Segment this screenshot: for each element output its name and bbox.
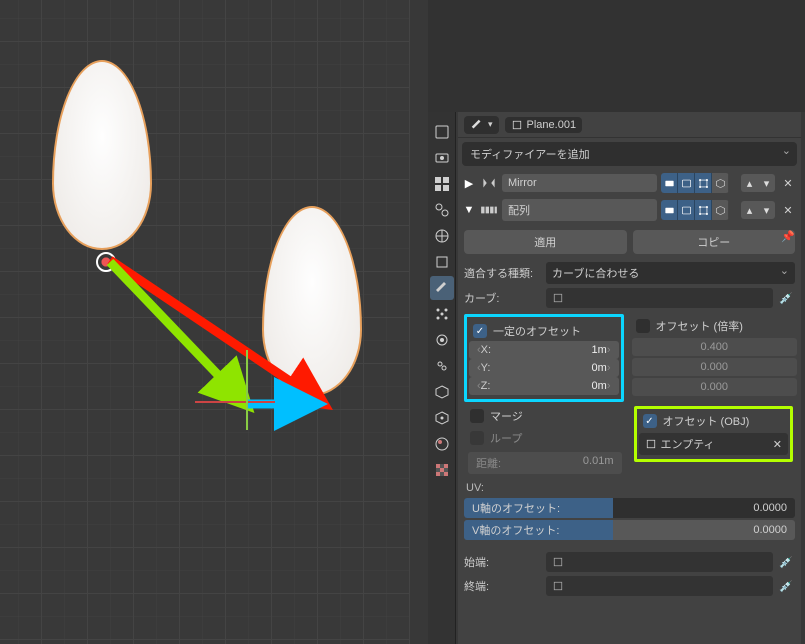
object-offset-field[interactable]: エンプティ ✕ [639, 433, 789, 455]
editmode-toggle[interactable] [695, 173, 712, 193]
modifier-array-header: ▼ 配列 ▴▾ ✕ [458, 196, 801, 224]
fit-type-label: 適合する種類: [464, 265, 542, 281]
expand-toggle[interactable]: ▶ [462, 177, 476, 190]
cage-toggle[interactable] [712, 200, 729, 220]
curve-field[interactable] [546, 288, 773, 308]
expand-toggle[interactable]: ▼ [462, 204, 476, 216]
pin-icon[interactable]: 📌 [781, 230, 795, 243]
editmode-toggle[interactable] [695, 200, 712, 220]
cage-toggle[interactable] [712, 173, 729, 193]
empty-axes-gizmo[interactable] [235, 390, 259, 414]
eyedropper-icon[interactable]: 💉 [777, 553, 795, 571]
tab-modifier-icon[interactable] [430, 276, 454, 300]
object-offset-label: オフセット (OBJ) [663, 413, 750, 429]
tab-particles-icon[interactable] [430, 302, 454, 326]
realtime-toggle[interactable] [678, 173, 695, 193]
relative-x-field[interactable]: 0.400 [632, 338, 798, 356]
u-offset-slider[interactable]: U軸のオフセット:0.0000 [464, 498, 795, 518]
constant-offset-checkbox[interactable] [473, 324, 487, 338]
end-cap-label: 終端: [464, 578, 542, 594]
loop-label: ループ [490, 430, 522, 446]
end-cap-field[interactable] [546, 576, 773, 596]
add-modifier-dropdown[interactable]: モディファイアーを追加 [462, 142, 797, 166]
modifier-panel: ▾ Plane.001 📌 モディファイアーを追加 ▶ Mirror ▴▾ ✕ … [458, 112, 801, 644]
delete-modifier-button[interactable]: ✕ [779, 201, 797, 219]
relative-y-field[interactable]: 0.000 [632, 358, 798, 376]
modifier-display-toggles [661, 173, 729, 193]
viewport-3d[interactable] [0, 0, 410, 644]
mirror-icon [480, 174, 498, 192]
relative-z-field[interactable]: 0.000 [632, 378, 798, 396]
render-toggle[interactable] [661, 200, 678, 220]
tab-object-icon[interactable] [430, 250, 454, 274]
distance-field[interactable]: 距離:0.01m [468, 452, 622, 474]
move-down-button[interactable]: ▾ [758, 174, 775, 192]
tab-output-icon[interactable] [430, 146, 454, 170]
tab-mesh-icon[interactable] [430, 380, 454, 404]
move-up-button[interactable]: ▴ [741, 174, 758, 192]
uv-label: UV: [458, 478, 801, 496]
delete-modifier-button[interactable]: ✕ [779, 174, 797, 192]
tab-physics-icon[interactable] [430, 328, 454, 352]
modifier-name-field[interactable]: 配列 [502, 199, 657, 221]
merge-checkbox[interactable] [470, 409, 484, 423]
object-selector[interactable]: Plane.001 [505, 117, 583, 133]
apply-button[interactable]: 適用 [464, 230, 627, 254]
constant-offset-label: 一定のオフセット [493, 323, 581, 339]
clear-object-icon[interactable]: ✕ [773, 438, 782, 451]
curve-label: カーブ: [464, 290, 542, 306]
tab-viewlayer-icon[interactable] [430, 172, 454, 196]
object-name: Plane.001 [527, 119, 577, 131]
modifier-mirror-header: ▶ Mirror ▴▾ ✕ [458, 170, 801, 196]
copy-button[interactable]: コピー [633, 230, 796, 254]
properties-tabs [428, 112, 456, 644]
object-offset-box: オフセット (OBJ) エンプティ ✕ [634, 406, 794, 462]
tab-render-icon[interactable] [430, 120, 454, 144]
constant-offset-box: 一定のオフセット X:1m Y:0m Z:0m [464, 314, 624, 402]
panel-header: ▾ Plane.001 [458, 112, 801, 138]
modifier-name-field[interactable]: Mirror [502, 174, 657, 192]
panel-context-icon[interactable]: ▾ [464, 116, 499, 134]
tab-material-icon[interactable] [430, 432, 454, 456]
eyedropper-icon[interactable]: 💉 [777, 577, 795, 595]
tab-scene-icon[interactable] [430, 198, 454, 222]
move-down-button[interactable]: ▾ [758, 201, 775, 219]
offset-y-field[interactable]: Y:0m [469, 359, 619, 377]
modifier-display-toggles [661, 200, 729, 220]
offset-z-field[interactable]: Z:0m [469, 377, 619, 395]
eyedropper-icon[interactable]: 💉 [777, 289, 795, 307]
move-up-button[interactable]: ▴ [741, 201, 758, 219]
tab-vertex-icon[interactable] [430, 406, 454, 430]
v-offset-slider[interactable]: V軸のオフセット:0.0000 [464, 520, 795, 540]
cursor-3d-icon [94, 250, 118, 274]
tab-world-icon[interactable] [430, 224, 454, 248]
start-cap-field[interactable] [546, 552, 773, 572]
fit-type-dropdown[interactable]: カーブに合わせる [546, 262, 795, 284]
top-empty-area [428, 0, 805, 112]
tab-constraints-icon[interactable] [430, 354, 454, 378]
tab-texture-icon[interactable] [430, 458, 454, 482]
start-cap-label: 始端: [464, 554, 542, 570]
merge-label: マージ [490, 408, 523, 424]
object-offset-checkbox[interactable] [643, 414, 657, 428]
realtime-toggle[interactable] [678, 200, 695, 220]
relative-offset-label: オフセット (倍率) [656, 318, 743, 334]
relative-offset-checkbox[interactable] [636, 319, 650, 333]
render-toggle[interactable] [661, 173, 678, 193]
loop-checkbox[interactable] [470, 431, 484, 445]
array-icon [480, 201, 498, 219]
offset-x-field[interactable]: X:1m [469, 341, 619, 359]
